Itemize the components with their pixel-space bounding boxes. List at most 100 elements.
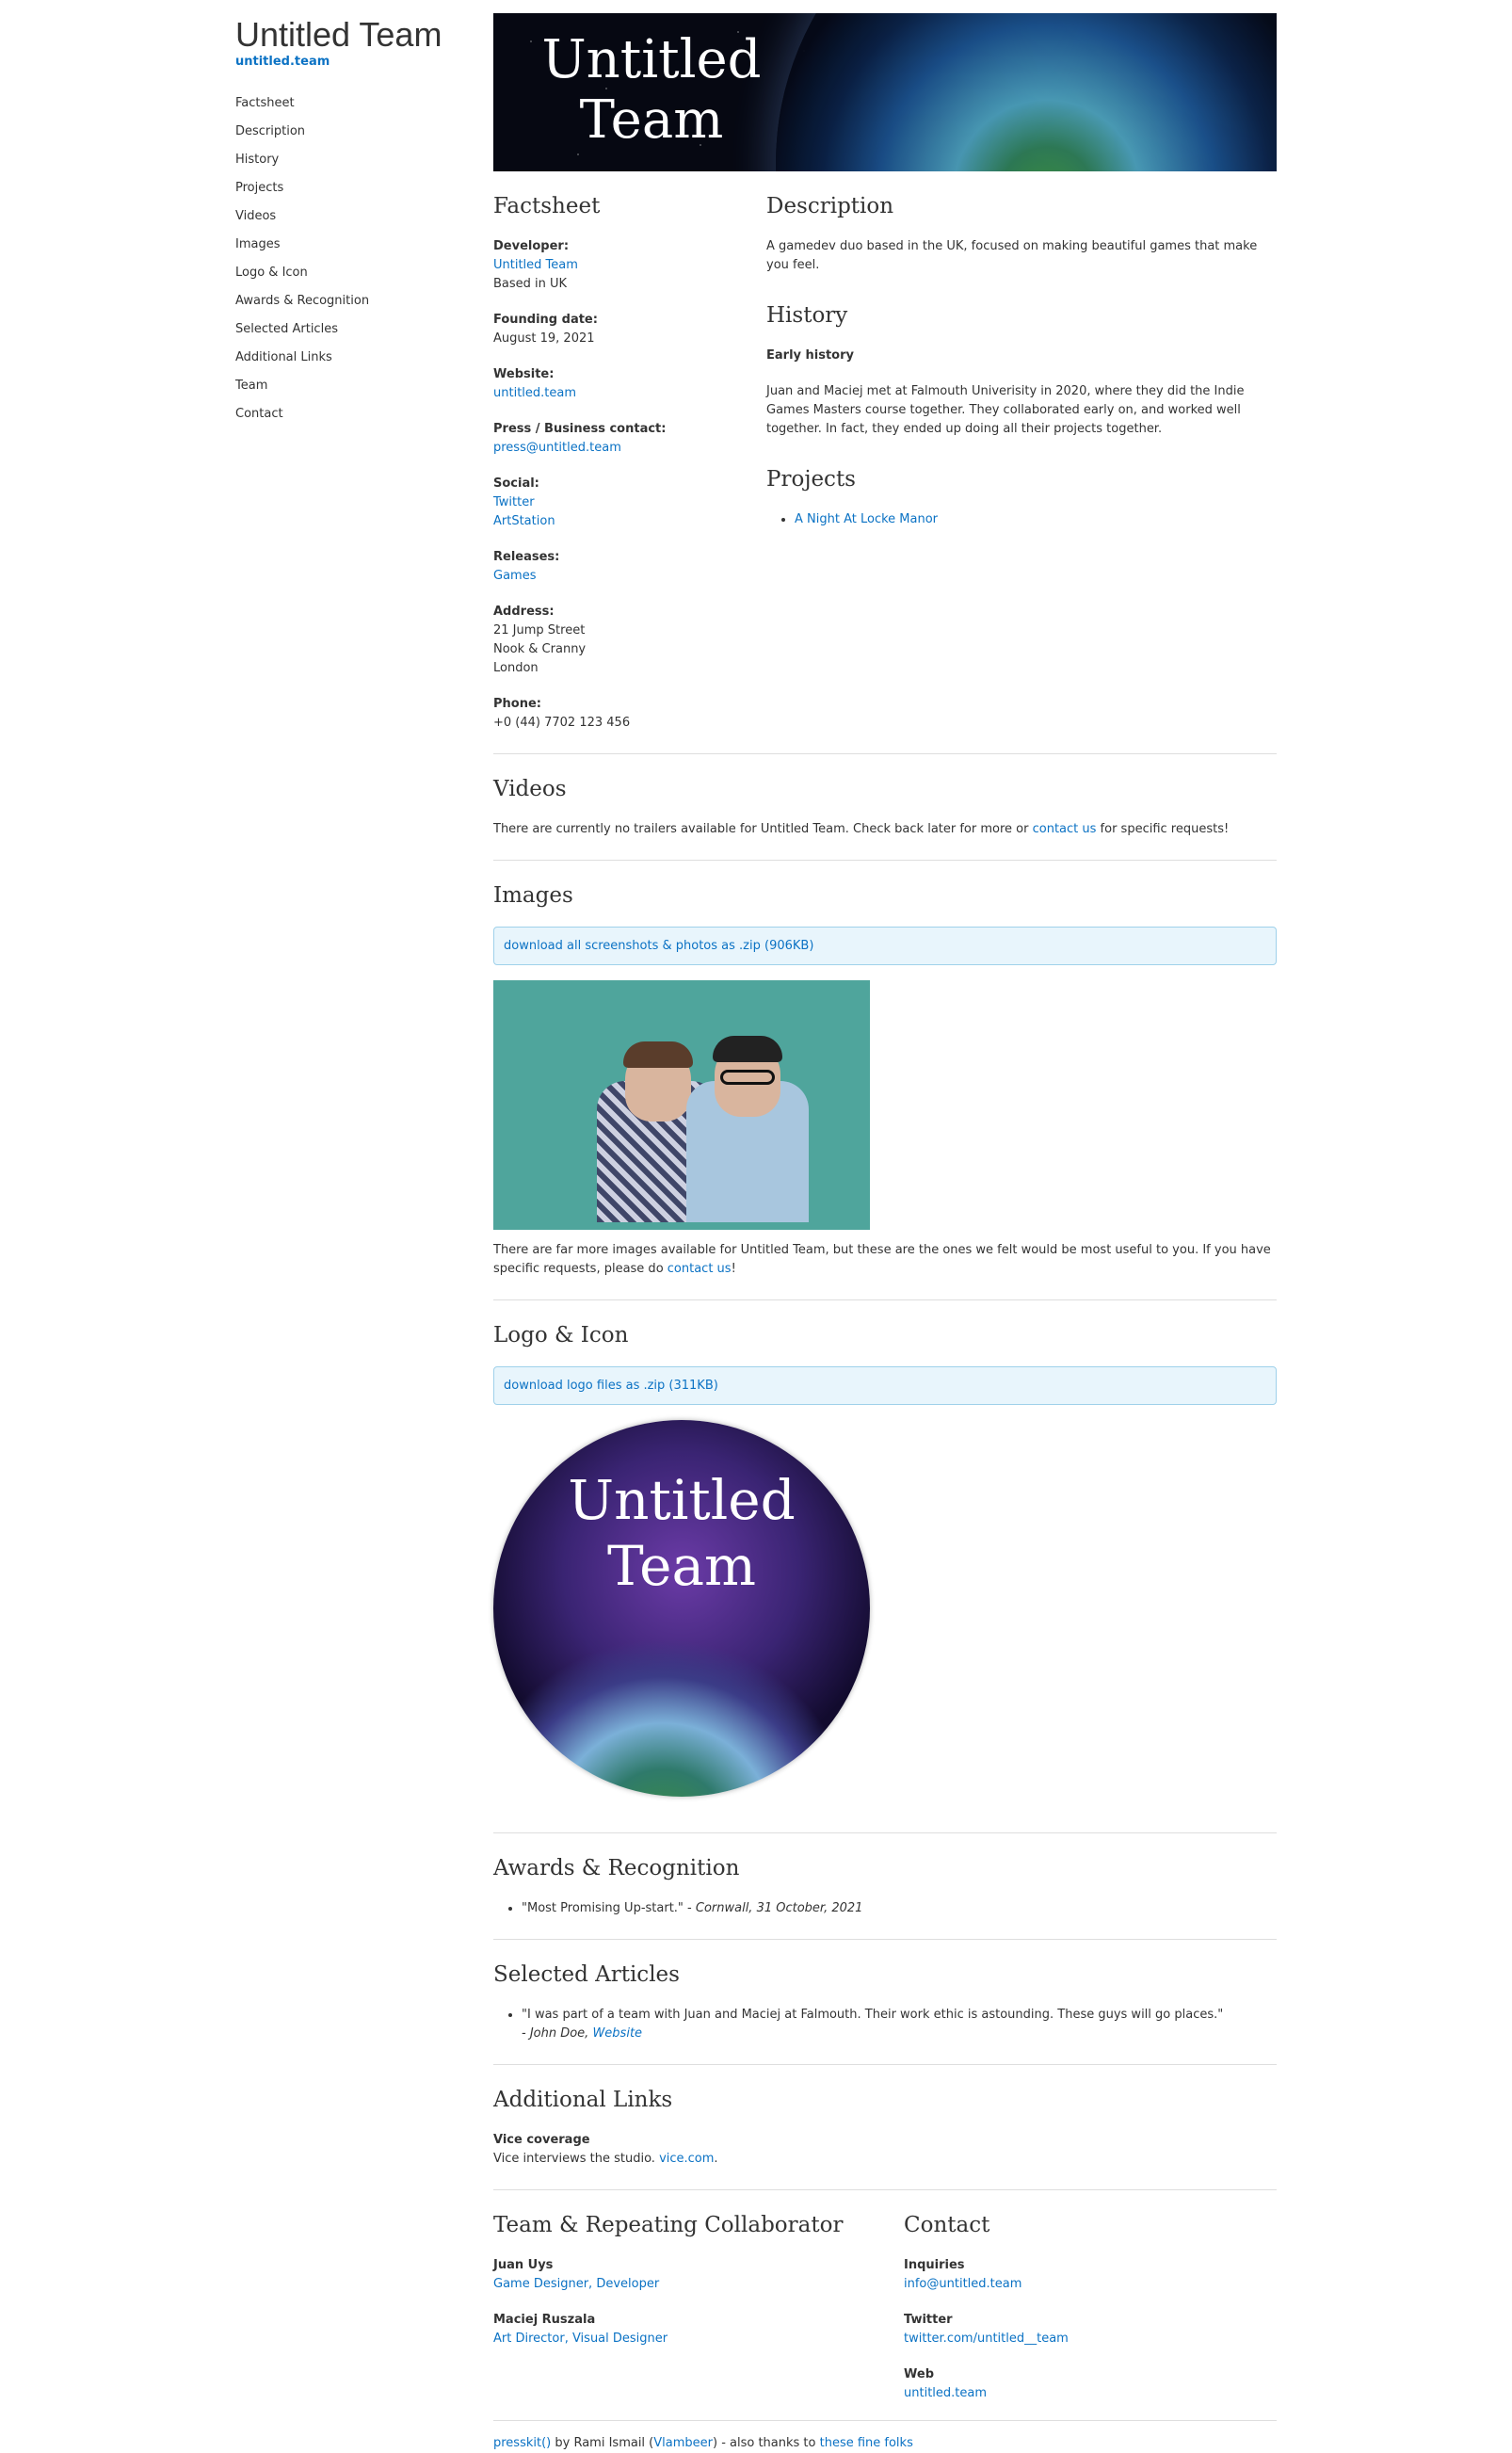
nav-contact[interactable]: Contact <box>235 400 471 428</box>
website-label: Website: <box>493 367 555 381</box>
inquiries-link[interactable]: info@untitled.team <box>904 2277 1021 2291</box>
press-label: Press / Business contact: <box>493 422 667 436</box>
inquiries-label: Inquiries <box>904 2258 965 2272</box>
fact-phone: Phone: +0 (44) 7702 123 456 <box>493 695 766 733</box>
web-link[interactable]: untitled.team <box>904 2386 987 2400</box>
member-name: Maciej Ruszala <box>493 2313 596 2327</box>
award-item: "Most Promising Up-start." - Cornwall, 3… <box>522 1899 1277 1918</box>
social-label: Social: <box>493 476 539 491</box>
page: Untitled Team untitled.team Factsheet De… <box>0 0 1512 2450</box>
awards-list: "Most Promising Up-start." - Cornwall, 3… <box>522 1899 1277 1918</box>
contact-section: Contact Inquiries info@untitled.team Twi… <box>904 2211 1277 2420</box>
divider <box>493 1939 1277 1940</box>
fact-social: Social: Twitter ArtStation <box>493 475 766 531</box>
twitter-contact-link[interactable]: twitter.com/untitled__team <box>904 2332 1069 2346</box>
fact-founding: Founding date: August 19, 2021 <box>493 311 766 348</box>
videos-heading: Videos <box>493 777 567 801</box>
vlambeer-link[interactable]: Vlambeer <box>653 2436 713 2450</box>
nav-awards[interactable]: Awards & Recognition <box>235 287 471 315</box>
site-title: Untitled Team <box>235 15 442 54</box>
team-heading: Team & Repeating Collaborator <box>493 2213 844 2237</box>
address-line-2: Nook & Cranny <box>493 642 587 656</box>
member-role-link[interactable]: Game Designer, Developer <box>493 2277 659 2291</box>
divider <box>493 1832 1277 1833</box>
factsheet-heading: Factsheet <box>493 194 601 218</box>
description-text: A gamedev duo based in the UK, focused o… <box>766 239 1258 272</box>
link-after: . <box>714 2152 718 2166</box>
description-heading: Description <box>766 194 894 218</box>
main-content: Untitled Team Factsheet Developer: Untit… <box>493 13 1277 2453</box>
description-column: Description A gamedev duo based in the U… <box>766 192 1277 750</box>
awards-section: Awards & Recognition "Most Promising Up-… <box>493 1854 1277 1918</box>
article-author: - John Doe, <box>522 2026 593 2041</box>
link-text: Vice interviews the studio. vice.com. <box>493 2150 1277 2169</box>
images-heading: Images <box>493 883 573 908</box>
games-link[interactable]: Games <box>493 567 766 586</box>
address-line-1: 21 Jump Street <box>493 623 586 637</box>
developer-location: Based in UK <box>493 277 568 291</box>
images-contact-link[interactable]: contact us <box>668 1262 732 1276</box>
videos-text-before: There are currently no trailers availabl… <box>493 822 1033 836</box>
developer-link[interactable]: Untitled Team <box>493 256 766 275</box>
divider <box>493 1299 1277 1300</box>
articles-heading: Selected Articles <box>493 1962 680 1987</box>
history-heading: History <box>766 303 848 328</box>
nav-images[interactable]: Images <box>235 231 471 259</box>
article-item: "I was part of a team with Juan and Maci… <box>522 2006 1277 2043</box>
article-quote: "I was part of a team with Juan and Maci… <box>522 2008 1224 2022</box>
header-banner: Untitled Team <box>493 13 1277 171</box>
divider <box>493 2420 1277 2421</box>
nav-additional-links[interactable]: Additional Links <box>235 344 471 372</box>
contact-twitter: Twitter twitter.com/untitled__team <box>904 2311 1277 2348</box>
vice-link[interactable]: vice.com <box>659 2152 714 2166</box>
twitter-label: Twitter <box>904 2313 953 2327</box>
footer: presskit() by Rami Ismail (Vlambeer) - a… <box>493 2434 1277 2453</box>
project-link[interactable]: A Night At Locke Manor <box>795 512 938 526</box>
factsheet-section: Factsheet Developer: Untitled Team Based… <box>493 192 766 750</box>
link-title: Vice coverage <box>493 2133 590 2147</box>
images-download-button[interactable]: download all screenshots & photos as .zi… <box>493 927 1277 965</box>
videos-section: Videos There are currently no trailers a… <box>493 775 1277 839</box>
website-link[interactable]: untitled.team <box>493 384 766 403</box>
team-member: Maciej Ruszala Art Director, Visual Desi… <box>493 2311 904 2348</box>
images-text: There are far more images available for … <box>493 1241 1277 1279</box>
site-link[interactable]: untitled.team <box>235 55 471 69</box>
award-quote: "Most Promising Up-start." - <box>522 1901 696 1915</box>
divider <box>493 2189 1277 2190</box>
web-label: Web <box>904 2367 934 2381</box>
fact-press: Press / Business contact: press@untitled… <box>493 420 766 458</box>
history-subheading: Early history <box>766 348 854 363</box>
twitter-link[interactable]: Twitter <box>493 493 766 512</box>
award-source: Cornwall, 31 October, 2021 <box>695 1901 863 1915</box>
member-role-link[interactable]: Art Director, Visual Designer <box>493 2332 668 2346</box>
fine-folks-link[interactable]: these fine folks <box>820 2436 913 2450</box>
divider <box>493 860 1277 861</box>
videos-contact-link[interactable]: contact us <box>1033 822 1097 836</box>
sidebar-nav: Factsheet Description History Projects V… <box>235 89 471 428</box>
press-email-link[interactable]: press@untitled.team <box>493 439 766 458</box>
nav-videos[interactable]: Videos <box>235 202 471 231</box>
article-website-link[interactable]: Website <box>592 2026 642 2041</box>
videos-text-after: for specific requests! <box>1096 822 1230 836</box>
founding-date: August 19, 2021 <box>493 331 595 346</box>
nav-history[interactable]: History <box>235 146 471 174</box>
footer-by: by Rami Ismail ( <box>551 2436 654 2450</box>
nav-factsheet[interactable]: Factsheet <box>235 89 471 118</box>
divider <box>493 753 1277 754</box>
contact-web: Web untitled.team <box>904 2365 1277 2403</box>
nav-description[interactable]: Description <box>235 118 471 146</box>
images-section: Images download all screenshots & photos… <box>493 881 1277 1279</box>
nav-logo-icon[interactable]: Logo & Icon <box>235 259 471 287</box>
nav-team[interactable]: Team <box>235 372 471 400</box>
nav-projects[interactable]: Projects <box>235 174 471 202</box>
member-name: Juan Uys <box>493 2258 554 2272</box>
nav-selected-articles[interactable]: Selected Articles <box>235 315 471 344</box>
logo-download-button[interactable]: download logo files as .zip (311KB) <box>493 1366 1277 1405</box>
logo-heading: Logo & Icon <box>493 1323 629 1348</box>
contact-inquiries: Inquiries info@untitled.team <box>904 2256 1277 2294</box>
logo-section: Logo & Icon download logo files as .zip … <box>493 1321 1277 1797</box>
artstation-link[interactable]: ArtStation <box>493 512 766 531</box>
articles-section: Selected Articles "I was part of a team … <box>493 1961 1277 2043</box>
presskit-link[interactable]: presskit() <box>493 2436 551 2450</box>
phone-label: Phone: <box>493 697 541 711</box>
